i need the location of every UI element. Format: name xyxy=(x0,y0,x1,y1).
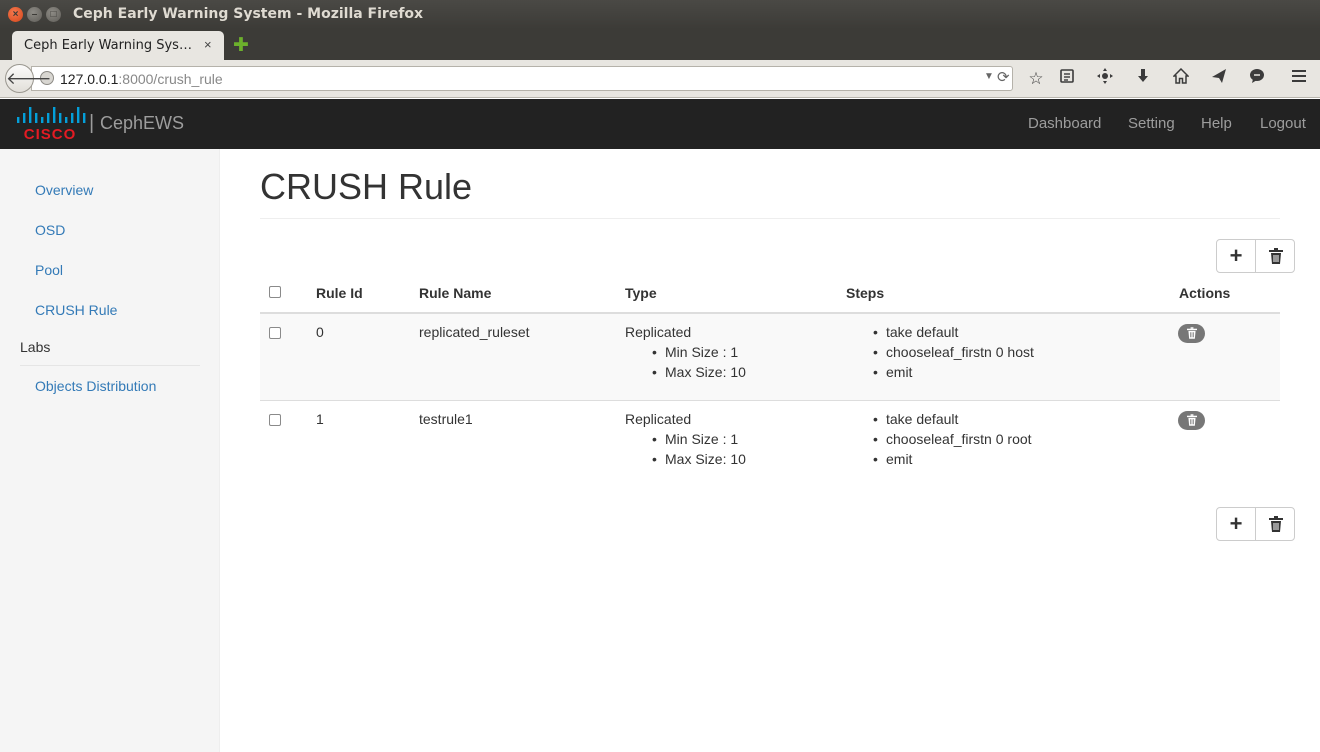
send-icon[interactable] xyxy=(1208,68,1230,90)
sidebar-item-overview[interactable]: Overview xyxy=(35,182,93,198)
back-button[interactable]: 🡐 xyxy=(5,64,52,93)
rule-type: Replicated xyxy=(625,324,692,340)
browser-tab-active[interactable]: Ceph Early Warning Sys… × xyxy=(12,31,224,60)
minimize-icon: – xyxy=(31,9,38,20)
sidebar: Overview OSD Pool CRUSH Rule Labs Object… xyxy=(0,149,220,752)
download-icon[interactable] xyxy=(1132,68,1154,90)
plus-icon: + xyxy=(1229,511,1243,536)
trash-icon xyxy=(1268,248,1283,264)
url-dropdown-icon[interactable]: ▼ xyxy=(984,71,994,82)
bookmark-star-icon[interactable]: ☆ xyxy=(1025,68,1047,90)
step-item: take default xyxy=(873,411,958,427)
tab-label: Ceph Early Warning Sys… xyxy=(24,38,192,53)
select-all-checkbox[interactable] xyxy=(269,286,281,298)
chat-icon[interactable] xyxy=(1246,68,1268,90)
reading-list-icon[interactable] xyxy=(1056,68,1078,90)
nav-dashboard[interactable]: Dashboard xyxy=(1028,115,1101,132)
nav-setting[interactable]: Setting xyxy=(1128,115,1175,132)
trash-icon xyxy=(1186,327,1197,339)
column-header-rule-id[interactable]: Rule Id xyxy=(316,285,363,301)
rule-type: Replicated xyxy=(625,411,692,427)
rule-id: 1 xyxy=(316,411,324,427)
app-navbar: CISCO | CephEWS Dashboard Setting Help L… xyxy=(0,99,1320,149)
reload-icon[interactable]: ⟳ xyxy=(997,68,1010,86)
trash-icon xyxy=(1186,414,1197,426)
column-header-actions: Actions xyxy=(1179,285,1231,301)
browser-navbar: 127.0.0.1:8000/crush_rule ▼ ⟳ 🡐 ☆ xyxy=(0,60,1320,98)
page-title: CRUSH Rule xyxy=(260,166,473,207)
step-item: emit xyxy=(873,364,913,380)
top-action-group: + xyxy=(1216,239,1295,273)
step-item: emit xyxy=(873,451,913,467)
pocket-icon[interactable] xyxy=(1094,68,1116,90)
trash-icon xyxy=(1268,516,1283,532)
sidebar-item-crush-rule[interactable]: CRUSH Rule xyxy=(35,302,117,318)
column-header-steps[interactable]: Steps xyxy=(846,285,884,301)
logo-text: CISCO xyxy=(24,126,77,143)
window-maximize-button[interactable]: □ xyxy=(46,7,61,22)
sidebar-divider xyxy=(20,365,200,366)
window-close-button[interactable]: × xyxy=(8,7,23,22)
maximize-icon: □ xyxy=(50,9,57,20)
nav-help[interactable]: Help xyxy=(1201,115,1232,132)
rule-id: 0 xyxy=(316,324,324,340)
cisco-logo[interactable]: CISCO xyxy=(16,103,86,143)
row-checkbox[interactable] xyxy=(269,414,281,426)
type-detail-min-size: Min Size : 1 xyxy=(652,431,738,447)
nav-logout[interactable]: Logout xyxy=(1260,115,1306,132)
back-arrow-icon: 🡐 xyxy=(6,69,52,88)
home-icon[interactable] xyxy=(1170,67,1192,90)
sidebar-item-objects-distribution[interactable]: Objects Distribution xyxy=(35,378,156,394)
rule-name: replicated_ruleset xyxy=(419,324,530,340)
window-titlebar: × – □ Ceph Early Warning System - Mozill… xyxy=(0,0,1320,29)
plus-icon: + xyxy=(1229,243,1243,268)
url-path: :8000/crush_rule xyxy=(118,71,223,87)
table-row xyxy=(260,314,1280,401)
add-rule-button[interactable]: + xyxy=(1217,508,1256,540)
menu-icon[interactable] xyxy=(1288,68,1310,90)
window-minimize-button[interactable]: – xyxy=(27,7,42,22)
brand-separator: | xyxy=(89,112,95,134)
type-detail-max-size: Max Size: 10 xyxy=(652,451,746,467)
sidebar-header-labs: Labs xyxy=(20,339,51,355)
column-header-rule-name[interactable]: Rule Name xyxy=(419,285,491,301)
delete-rule-button[interactable] xyxy=(1178,324,1205,343)
close-icon: × xyxy=(12,9,19,20)
type-detail-max-size: Max Size: 10 xyxy=(652,364,746,380)
brand-name[interactable]: CephEWS xyxy=(100,113,184,134)
column-header-type[interactable]: Type xyxy=(625,285,657,301)
tab-close-icon[interactable]: × xyxy=(204,37,212,52)
delete-selected-button[interactable] xyxy=(1256,508,1295,540)
add-rule-button[interactable]: + xyxy=(1217,240,1256,272)
sidebar-item-osd[interactable]: OSD xyxy=(35,222,65,238)
delete-rule-button[interactable] xyxy=(1178,411,1205,430)
tab-strip: Ceph Early Warning Sys… × ✚ xyxy=(0,29,1320,60)
new-tab-icon[interactable]: ✚ xyxy=(233,34,249,57)
url-text[interactable]: 127.0.0.1:8000/crush_rule xyxy=(60,71,223,87)
type-detail-min-size: Min Size : 1 xyxy=(652,344,738,360)
title-divider xyxy=(260,218,1280,219)
sidebar-item-pool[interactable]: Pool xyxy=(35,262,63,278)
window-title: Ceph Early Warning System - Mozilla Fire… xyxy=(73,6,424,22)
url-host: 127.0.0.1 xyxy=(60,71,119,87)
step-item: take default xyxy=(873,324,958,340)
rule-name: testrule1 xyxy=(419,411,473,427)
row-divider xyxy=(260,400,1280,401)
step-item: chooseleaf_firstn 0 root xyxy=(873,431,1031,447)
delete-selected-button[interactable] xyxy=(1256,240,1295,272)
bottom-action-group: + xyxy=(1216,507,1295,541)
row-checkbox[interactable] xyxy=(269,327,281,339)
url-bar[interactable]: 127.0.0.1:8000/crush_rule ▼ ⟳ xyxy=(31,66,1013,91)
step-item: chooseleaf_firstn 0 host xyxy=(873,344,1034,360)
